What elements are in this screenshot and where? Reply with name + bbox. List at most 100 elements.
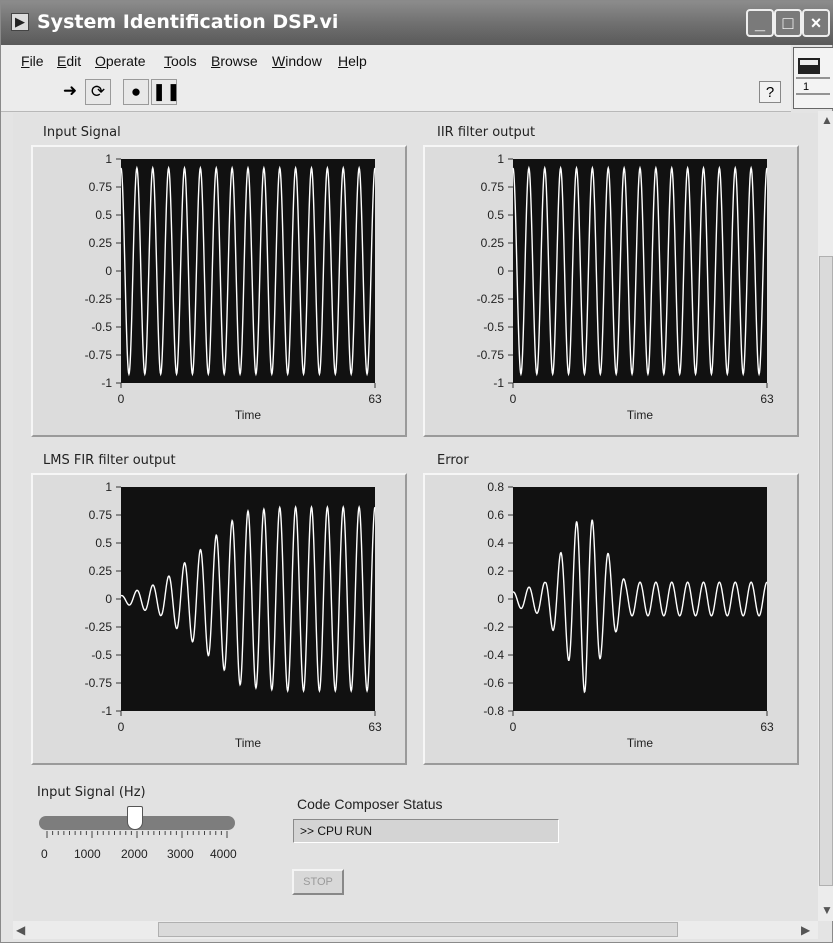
graph-iir-plot: 1 0.75 0.5 0.25 0 -0.25 -0.5 -0.75 -1 0 63 Time: [477, 152, 774, 422]
run-arrow-icon[interactable]: ➜: [57, 79, 83, 105]
y-tick-label: 0.5: [487, 208, 504, 222]
menu-window[interactable]: Window: [272, 53, 322, 69]
menu-bar: File Edit Operate Tools Browse Window He…: [1, 45, 791, 75]
menu-browse[interactable]: Browse: [211, 53, 258, 69]
status-label: Code Composer Status: [297, 796, 443, 812]
close-button[interactable]: ×: [802, 9, 830, 37]
y-tick-label: 0: [105, 592, 112, 606]
y-tick-label: -1: [493, 376, 504, 390]
menu-tools[interactable]: Tools: [164, 53, 197, 69]
title-bar[interactable]: ▶ System Identification DSP.vi _ □ ×: [1, 1, 833, 45]
graph-title-error: Error: [437, 453, 469, 468]
graph-lms-plot: 1 0.75 0.5 0.25 0 -0.25 -0.5 -0.75 -1 0 63 Time: [85, 480, 382, 750]
run-continuous-icon[interactable]: ⟳: [85, 79, 111, 105]
y-tick-label: -0.75: [477, 348, 505, 362]
stop-button[interactable]: STOP: [292, 869, 344, 895]
scroll-up-icon[interactable]: ▲: [821, 113, 833, 127]
horizontal-scrollbar[interactable]: ◀ ▶: [13, 921, 818, 939]
menu-file[interactable]: File: [21, 53, 44, 69]
slider-ticks: [46, 831, 228, 838]
y-tick-label: 0: [497, 592, 504, 606]
x-tick-label: 0: [510, 720, 517, 734]
x-tick-label: 63: [760, 720, 774, 734]
slider-label: Input Signal (Hz): [37, 785, 146, 800]
y-tick-label: 0.5: [95, 208, 112, 222]
x-tick-label: 63: [368, 720, 382, 734]
frequency-slider-thumb[interactable]: [127, 806, 143, 830]
plot-area: [513, 487, 767, 711]
menu-operate[interactable]: Operate: [95, 53, 146, 69]
help-icon[interactable]: ?: [759, 81, 781, 103]
pause-icon[interactable]: ❚❚: [151, 79, 181, 105]
graph-error: 0.8 0.6 0.4 0.2 0 -0.2 -0.4 -0.6 -0.8 0 63 Time: [423, 473, 799, 765]
graph-input-signal-plot: 1 0.75 0.5 0.25 0 -0.25 -0.5 -0.75 -1 0 63 Time: [85, 152, 382, 422]
x-axis-label: Time: [235, 408, 262, 422]
slider-tick-label: 4000: [210, 847, 237, 861]
y-tick-label: 0: [497, 264, 504, 278]
x-axis-label: Time: [627, 736, 654, 750]
vertical-scrollbar[interactable]: ▲ ▼: [818, 111, 833, 921]
x-axis-label: Time: [235, 736, 262, 750]
y-tick-label: 1: [105, 480, 112, 494]
menu-edit[interactable]: Edit: [57, 53, 81, 69]
scroll-right-icon[interactable]: ▶: [801, 923, 810, 937]
y-tick-label: 0.75: [89, 508, 113, 522]
y-tick-label: -0.2: [483, 620, 504, 634]
status-indicator: >> CPU RUN: [293, 819, 559, 843]
x-tick-label: 63: [368, 392, 382, 406]
x-tick-label: 0: [118, 392, 125, 406]
slider-tick-label: 1000: [74, 847, 101, 861]
y-tick-label: -0.8: [483, 704, 504, 718]
y-tick-label: 0.25: [89, 236, 113, 250]
scroll-down-icon[interactable]: ▼: [821, 903, 833, 917]
y-tick-label: -0.5: [91, 648, 112, 662]
y-tick-label: -0.25: [477, 292, 505, 306]
y-tick-label: 1: [105, 152, 112, 166]
y-tick-label: -0.5: [91, 320, 112, 334]
connector-label: 1: [803, 81, 809, 93]
graph-title-input-signal: Input Signal: [43, 125, 121, 140]
connector-pane-graphic: 1: [796, 58, 830, 95]
slider-tick-label: 3000: [167, 847, 194, 861]
graph-title-lms: LMS FIR filter output: [43, 453, 176, 468]
y-tick-label: -0.5: [483, 320, 504, 334]
connector-pane-icon[interactable]: 1: [793, 47, 833, 109]
vertical-scroll-thumb[interactable]: [819, 256, 833, 886]
slider-tick-label: 0: [41, 847, 48, 861]
y-tick-label: 0.4: [487, 536, 504, 550]
y-tick-label: -1: [101, 376, 112, 390]
y-tick-label: -0.4: [483, 648, 504, 662]
abort-icon[interactable]: ●: [123, 79, 149, 105]
x-axis-label: Time: [627, 408, 654, 422]
y-tick-label: 1: [497, 152, 504, 166]
y-tick-label: 0: [105, 264, 112, 278]
maximize-button[interactable]: □: [774, 9, 802, 37]
y-tick-label: -0.25: [85, 620, 113, 634]
y-tick-label: 0.2: [487, 564, 504, 578]
x-tick-label: 63: [760, 392, 774, 406]
graph-error-plot: 0.8 0.6 0.4 0.2 0 -0.2 -0.4 -0.6 -0.8 0 63 Time: [483, 480, 774, 750]
menu-help[interactable]: Help: [338, 53, 367, 69]
scroll-left-icon[interactable]: ◀: [16, 923, 25, 937]
vi-window: ▶ System Identification DSP.vi _ □ × Fil…: [0, 0, 833, 943]
y-tick-label: 0.75: [481, 180, 505, 194]
x-tick-label: 0: [510, 392, 517, 406]
y-tick-label: 0.6: [487, 508, 504, 522]
y-tick-label: 0.25: [481, 236, 505, 250]
menu-file-rest: ile: [29, 53, 44, 69]
y-tick-label: -1: [101, 704, 112, 718]
y-tick-label: 0.75: [89, 180, 113, 194]
y-tick-label: -0.75: [85, 348, 113, 362]
y-tick-label: 0.5: [95, 536, 112, 550]
window-title: System Identification DSP.vi: [37, 11, 339, 33]
graph-iir-filter-output: 1 0.75 0.5 0.25 0 -0.25 -0.5 -0.75 -1 0 63 Time: [423, 145, 799, 437]
graph-lms-fir-output: 1 0.75 0.5 0.25 0 -0.25 -0.5 -0.75 -1 0 63 Time: [31, 473, 407, 765]
labview-icon: ▶: [11, 13, 29, 31]
horizontal-scroll-thumb[interactable]: [158, 922, 678, 937]
x-tick-label: 0: [118, 720, 125, 734]
toolbar: ➜ ⟳ ● ❚❚ ?: [1, 75, 791, 112]
y-tick-label: -0.25: [85, 292, 113, 306]
y-tick-label: 0.25: [89, 564, 113, 578]
slider-tick-label: 2000: [121, 847, 148, 861]
minimize-button[interactable]: _: [746, 9, 774, 37]
